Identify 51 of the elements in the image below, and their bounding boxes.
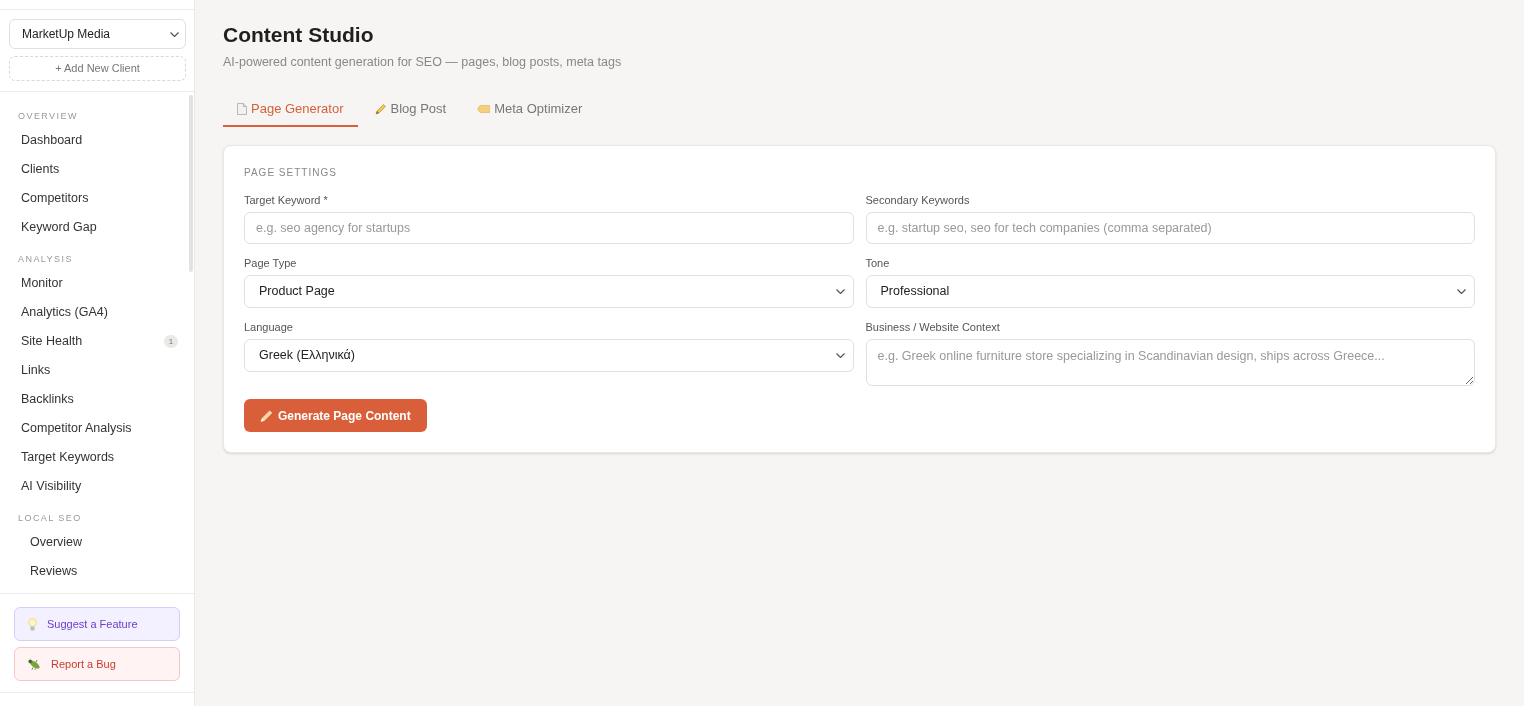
nav-item[interactable]: Reviews [9, 557, 178, 586]
field-label: Language [244, 320, 294, 334]
tab[interactable]: Meta Optimizer [463, 96, 597, 127]
nav-item[interactable]: Links [9, 356, 178, 385]
section-heading: LOCAL SEO [17, 512, 83, 525]
field-label: Business / Website Context [865, 320, 1001, 334]
bug-icon [28, 658, 41, 670]
dropdown[interactable]: Product Page [244, 275, 854, 308]
chevron-down-icon [1457, 289, 1466, 294]
nav-item[interactable]: Backlinks [9, 385, 178, 414]
pen-icon [260, 409, 273, 422]
field-label: Secondary Keywords [865, 193, 971, 207]
page-title: Content Studio [223, 22, 375, 48]
report-bug-button[interactable]: Report a Bug [14, 647, 180, 681]
nav-item[interactable]: Competitor Analysis [9, 414, 178, 443]
field-label: Target Keyword * [244, 193, 329, 207]
section-heading: ANALYSIS [17, 253, 74, 266]
document-icon [237, 103, 247, 115]
nav-item[interactable]: Clients [9, 155, 178, 184]
dropdown[interactable]: Greek (Ελληνικά) [244, 339, 854, 372]
nav-item[interactable]: Keyword Gap [9, 213, 178, 242]
nav-item[interactable]: Target Keywords [9, 443, 178, 472]
nav-item[interactable]: Dashboard [9, 126, 178, 155]
lightbulb-icon [28, 617, 37, 631]
chevron-down-icon [170, 31, 179, 37]
section-heading: OVERVIEW [17, 110, 79, 123]
nav-item[interactable]: Monitor [9, 269, 178, 298]
nav-item[interactable]: Analytics (GA4) [9, 298, 178, 327]
chevron-down-icon [835, 289, 845, 294]
textarea-field[interactable]: e.g. Greek online furniture store specializing in Scandinavian design, ships across Greece... [865, 339, 1475, 386]
suggest-feature-button[interactable]: Suggest a Feature [14, 607, 180, 641]
dropdown[interactable]: Professional [865, 275, 1475, 308]
field-label: Tone [865, 256, 891, 270]
text-input[interactable]: e.g. startup seo, seo for tech companies (comma separated) [865, 212, 1475, 244]
nav-item[interactable]: Site Health 1 [9, 327, 178, 356]
nav-item[interactable]: Overview [9, 528, 178, 557]
card-heading: PAGE SETTINGS [244, 166, 338, 180]
add-client-button[interactable]: + Add New Client [9, 56, 186, 81]
nav-item[interactable]: Competitors [9, 184, 178, 213]
chevron-down-icon [835, 353, 845, 358]
page-subtitle: AI-powered content generation for SEO — pages, blog posts, meta tags [223, 54, 623, 71]
client-dropdown[interactable]: MarketUp Media [9, 19, 186, 49]
tag-icon [477, 105, 491, 113]
count-badge: 1 [164, 335, 178, 348]
generate-button[interactable]: Generate Page Content [244, 399, 427, 432]
nav-item[interactable]: AI Visibility [9, 472, 178, 501]
tab[interactable]: Blog Post [360, 96, 461, 127]
tab[interactable]: Page Generator [223, 96, 358, 127]
pencil-icon [374, 103, 387, 115]
field-label: Page Type [244, 256, 298, 270]
text-input[interactable]: e.g. seo agency for startups [244, 212, 854, 244]
